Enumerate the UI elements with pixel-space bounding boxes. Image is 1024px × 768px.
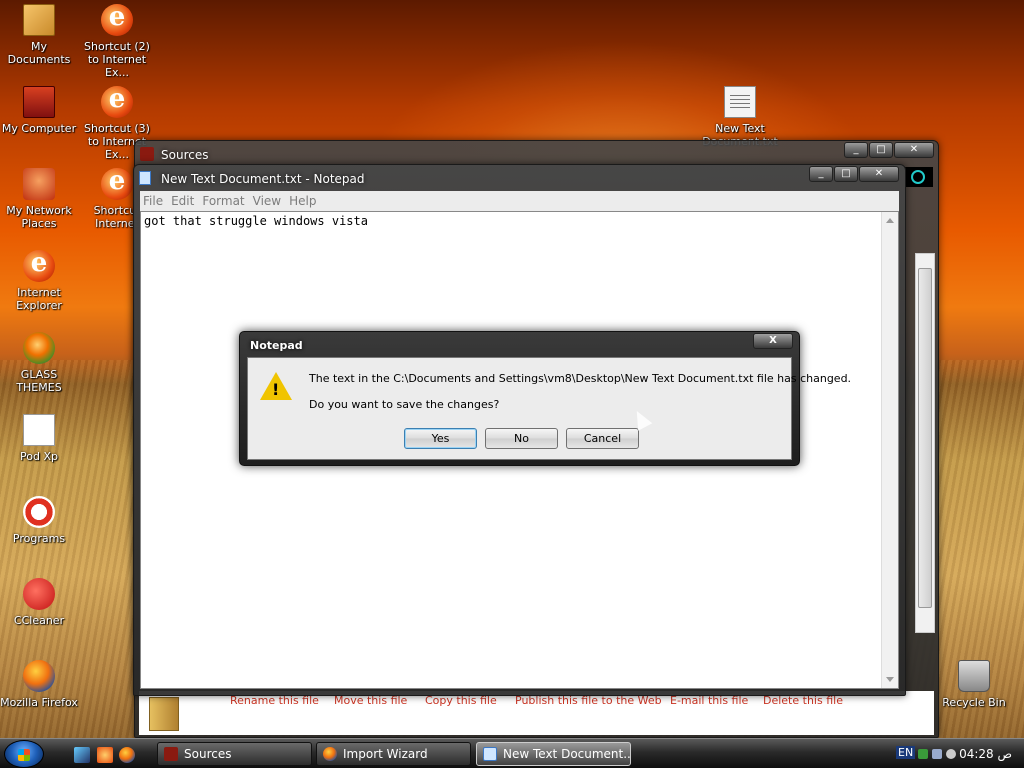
menu-help[interactable]: Help <box>286 191 321 211</box>
desktop-icon-label: CCleaner <box>13 614 65 627</box>
sources-window-icon <box>140 147 154 161</box>
desktop-icon-internet-explorer[interactable]: Internet Explorer <box>0 248 79 312</box>
warning-icon-mark: ! <box>272 380 280 399</box>
dialog-question: Do you want to save the changes? <box>309 398 500 411</box>
system-tray: EN 04:28 ص <box>894 739 1024 768</box>
maximize-button[interactable]: □ <box>834 166 858 182</box>
network-places-icon <box>23 168 55 200</box>
sources-toolbar-logo <box>905 167 933 187</box>
close-button[interactable]: ✕ <box>894 142 934 158</box>
notepad-title: New Text Document.txt - Notepad <box>161 172 365 186</box>
taskbar-button-notepad[interactable]: New Text Document.... <box>476 742 631 766</box>
taskbar-button-label: Import Wizard <box>343 747 428 761</box>
desktop-icon-my-computer[interactable]: My Computer <box>0 86 79 135</box>
desktop-icon-glass-themes[interactable]: GLASS THEMES <box>0 332 79 394</box>
scroll-up-arrow-icon[interactable] <box>886 218 894 223</box>
dialog-title: Notepad <box>250 339 303 352</box>
notepad-text-content: got that struggle windows vista <box>144 214 368 228</box>
scroll-down-arrow-icon[interactable] <box>886 677 894 682</box>
taskbar-clock[interactable]: 04:28 ص <box>959 747 1012 761</box>
dialog-body: ! The text in the C:\Documents and Setti… <box>247 357 851 460</box>
programs-icon <box>23 496 55 528</box>
taskbar-button-import-wizard[interactable]: Import Wizard <box>316 742 471 766</box>
tray-network-icon[interactable] <box>932 749 942 759</box>
notepad-icon <box>483 747 497 761</box>
notepad-menubar: File Edit Format View Help <box>140 191 899 211</box>
minimize-button[interactable]: _ <box>844 142 868 158</box>
computer-icon <box>23 86 55 118</box>
cancel-button[interactable]: Cancel <box>566 428 639 449</box>
yes-button[interactable]: Yes <box>404 428 477 449</box>
internet-explorer-icon <box>101 2 133 36</box>
text-file-icon <box>724 86 756 118</box>
taskbar-button-label: New Text Document.... <box>503 747 631 761</box>
sources-app-icon <box>164 747 178 761</box>
internet-explorer-icon <box>101 84 133 118</box>
menu-view[interactable]: View <box>250 191 286 211</box>
desktop-icon-pod-xp[interactable]: Pod Xp <box>0 414 79 463</box>
desktop-icon-label: Shortcut (2) to Internet Ex... <box>84 40 150 79</box>
desktop-icon-label: GLASS THEMES <box>16 368 62 394</box>
internet-explorer-icon[interactable] <box>97 747 113 763</box>
desktop-icon-my-network-places[interactable]: My Network Places <box>0 168 79 230</box>
desktop-icon-programs[interactable]: Programs <box>0 496 79 545</box>
notepad-icon <box>139 171 151 185</box>
save-changes-dialog[interactable]: Notepad X ! The text in the C:\Documents… <box>239 331 851 466</box>
ccleaner-icon <box>23 578 55 610</box>
firefox-icon <box>323 747 337 761</box>
firefox-icon <box>23 660 55 692</box>
taskbar: Sources Import Wizard New Text Document.… <box>0 738 1024 768</box>
desktop-icon-ccleaner[interactable]: CCleaner <box>0 578 79 627</box>
desktop-icon-shortcut-2-ie[interactable]: Shortcut (2) to Internet Ex... <box>77 2 157 79</box>
taskbar-button-label: Sources <box>184 747 232 761</box>
desktop-icon-label: Mozilla Firefox <box>0 696 78 709</box>
notepad-vertical-scrollbar[interactable] <box>881 212 898 688</box>
menu-file[interactable]: File <box>140 191 168 211</box>
desktop-icon-label: My Documents <box>7 40 71 66</box>
sources-vertical-scrollbar[interactable] <box>915 253 935 633</box>
sources-window-caption-buttons: _ □ ✕ <box>843 142 934 158</box>
internet-explorer-icon <box>101 166 133 200</box>
desktop-icon-firefox[interactable]: Mozilla Firefox <box>0 660 79 709</box>
folder-documents-icon <box>23 4 55 36</box>
desktop-icon-my-documents[interactable]: My Documents <box>0 4 79 66</box>
sources-window-title: Sources <box>161 148 209 162</box>
folder-icon <box>149 697 179 731</box>
desktop-icon-label: Internet Explorer <box>16 286 62 312</box>
no-button[interactable]: No <box>485 428 558 449</box>
tray-shield-icon[interactable] <box>918 749 928 759</box>
internet-explorer-icon <box>23 248 55 282</box>
dialog-message: The text in the C:\Documents and Setting… <box>309 372 852 385</box>
start-button[interactable] <box>4 740 44 768</box>
scrollbar-thumb[interactable] <box>918 268 932 608</box>
desktop-icon-new-text-document[interactable]: New Text Document.txt <box>700 86 780 148</box>
desktop-icon-label: My Network Places <box>6 204 72 230</box>
close-button[interactable]: ✕ <box>859 166 899 182</box>
pod-xp-icon <box>23 414 55 446</box>
recycle-bin-icon <box>958 660 990 692</box>
dialog-close-button[interactable]: X <box>753 333 793 349</box>
taskbar-button-sources[interactable]: Sources <box>157 742 312 766</box>
maximize-button[interactable]: □ <box>869 142 893 158</box>
tray-volume-icon[interactable] <box>946 749 956 759</box>
desktop-icon-label: Pod Xp <box>20 450 58 463</box>
desktop-icon-label: Recycle Bin <box>942 696 1006 709</box>
show-desktop-icon[interactable] <box>74 747 90 763</box>
glass-themes-icon <box>23 332 55 364</box>
firefox-icon[interactable] <box>119 747 135 763</box>
desktop-icon-label: Programs <box>12 532 66 545</box>
desktop-icon-recycle-bin[interactable]: Recycle Bin <box>934 660 1014 709</box>
minimize-button[interactable]: _ <box>809 166 833 182</box>
notepad-caption-buttons: _ □ ✕ <box>808 166 899 182</box>
menu-edit[interactable]: Edit <box>168 191 199 211</box>
desktop-icon-label: My Computer <box>1 122 77 135</box>
language-indicator[interactable]: EN <box>896 746 916 759</box>
menu-format[interactable]: Format <box>199 191 249 211</box>
